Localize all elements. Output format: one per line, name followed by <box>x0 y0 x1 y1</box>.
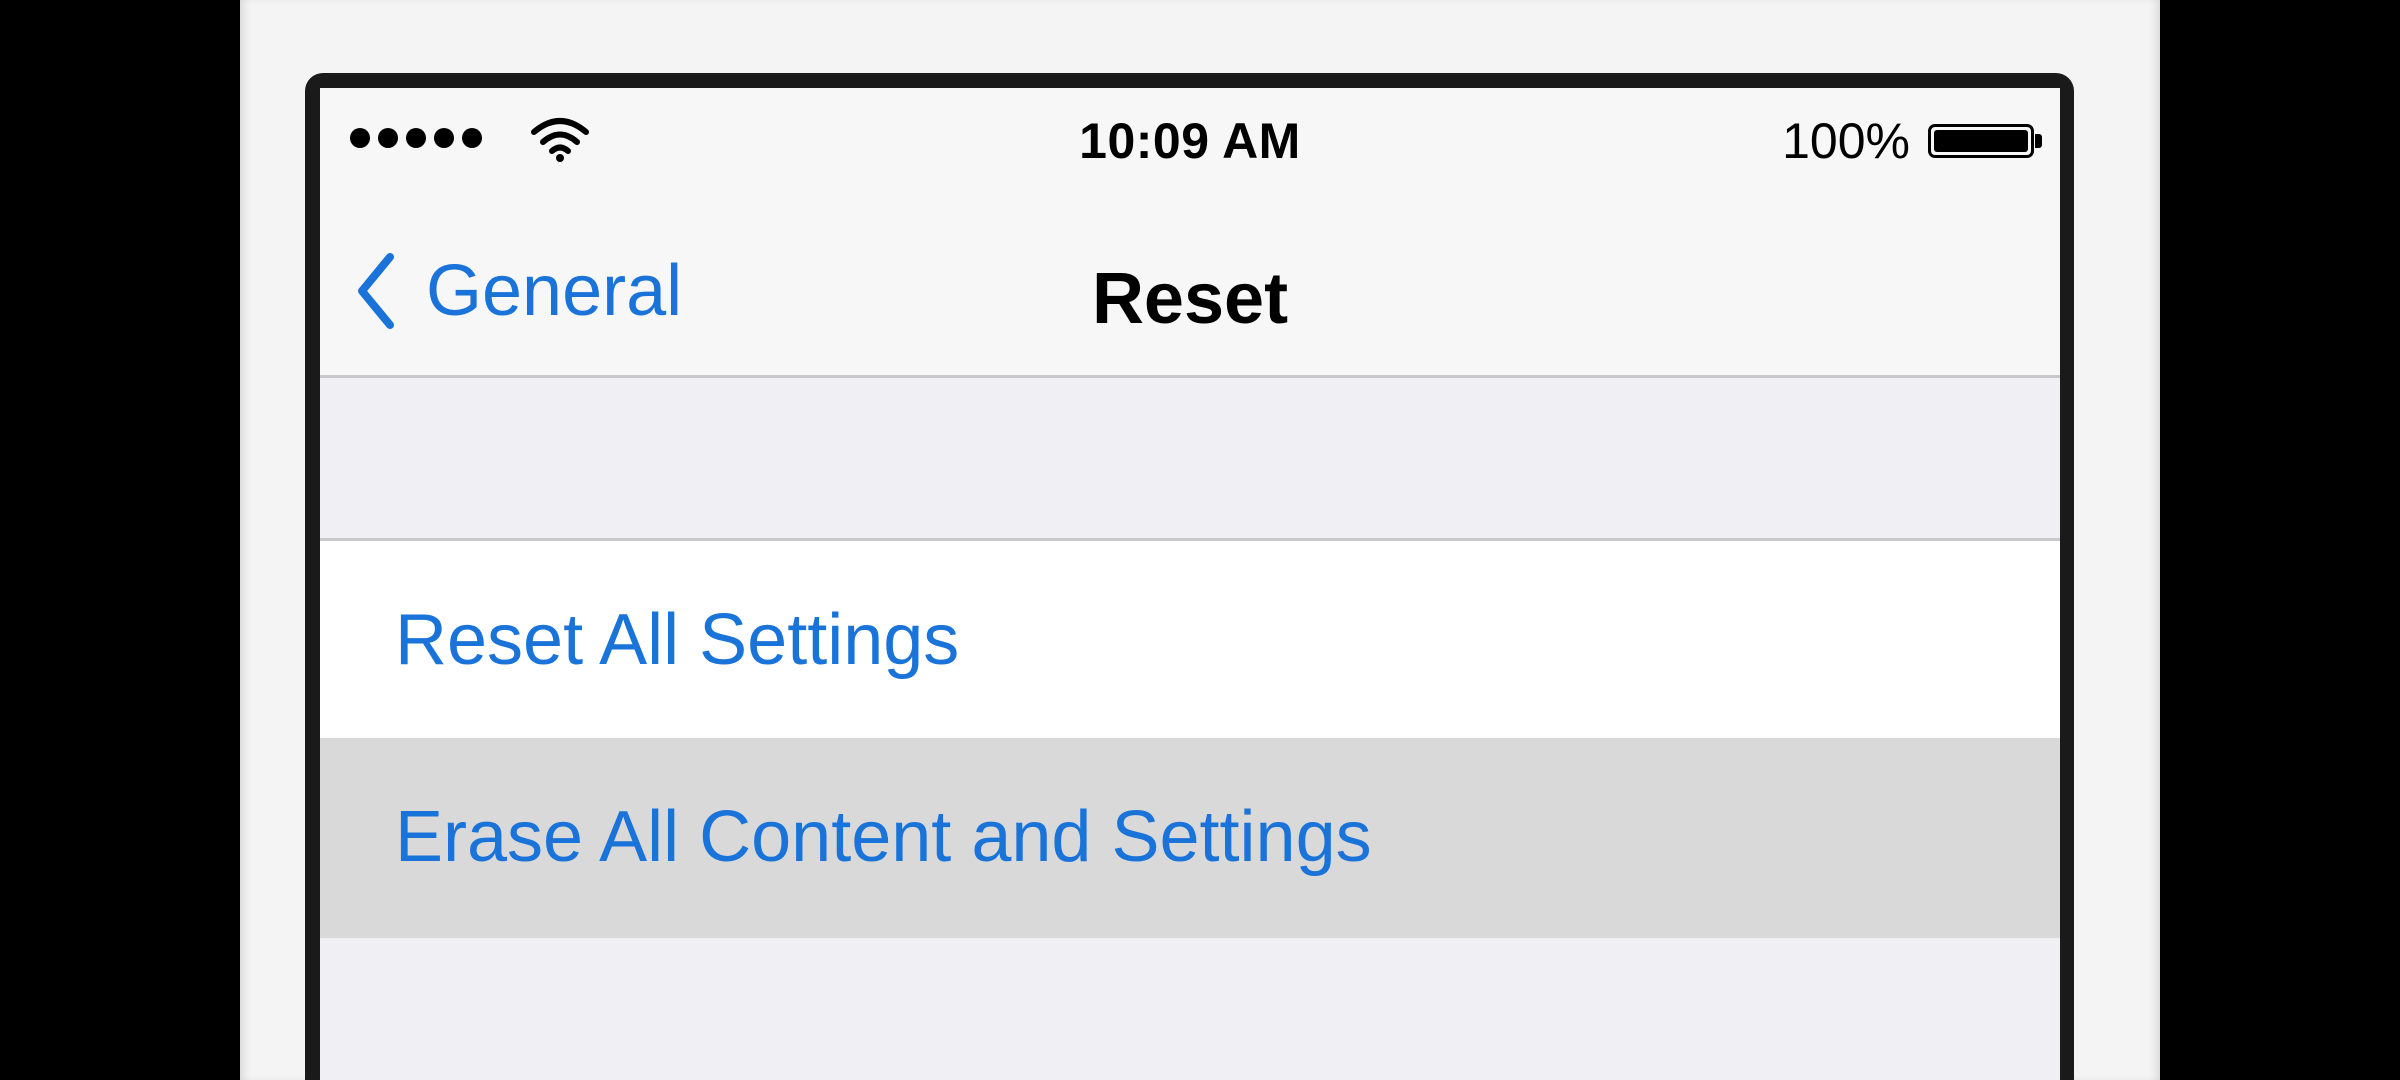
reset-all-settings-button[interactable]: Reset All Settings <box>320 538 2060 738</box>
group-spacer <box>320 378 2060 538</box>
battery-fill <box>1934 130 2028 152</box>
reset-all-settings-label: Reset All Settings <box>395 600 960 680</box>
battery-percent: 100% <box>1782 113 1910 169</box>
status-bar: 10:09 AM 100% <box>320 88 2060 198</box>
page-title: Reset <box>1091 259 1289 339</box>
battery-icon <box>1928 124 2034 158</box>
phone-screen: 10:09 AM 100% General Reset Reset All Se… <box>320 88 2060 1080</box>
battery-tip <box>2035 134 2042 148</box>
lower-background <box>320 938 2060 1080</box>
navigation-bar: General Reset <box>320 198 2060 378</box>
erase-all-content-button[interactable]: Erase All Content and Settings <box>320 738 2060 938</box>
erase-all-content-label: Erase All Content and Settings <box>395 797 1372 877</box>
stage: 10:09 AM 100% General Reset Reset All Se… <box>0 0 2400 1080</box>
